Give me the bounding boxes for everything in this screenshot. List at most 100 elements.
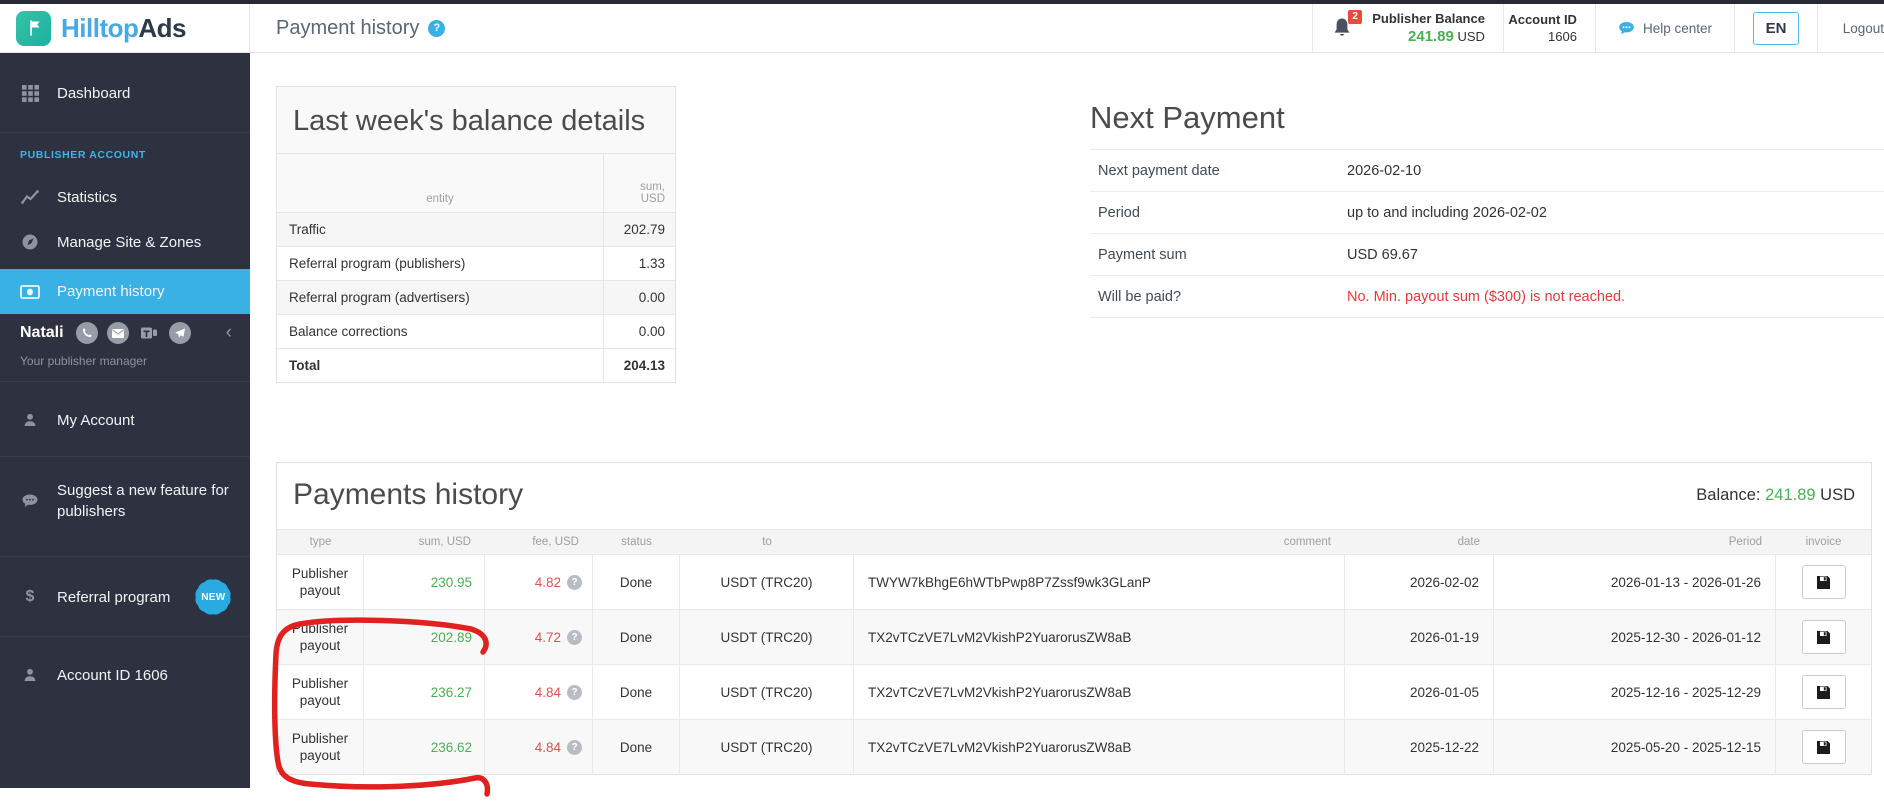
row-label: Period [1090, 205, 1347, 221]
balance-panel-title: Last week's balance details [277, 87, 675, 154]
status-cell: Done [593, 665, 680, 719]
date-cell: 2026-02-02 [1345, 555, 1494, 609]
type-cell: Publisher payout [277, 555, 364, 609]
table-row-total: Total 204.13 [277, 348, 675, 382]
fee-cell: 4.84 [485, 665, 593, 719]
fee-help-icon[interactable] [567, 685, 582, 700]
sidebar-item-dashboard[interactable]: Dashboard [0, 68, 250, 118]
to-cell: USDT (TRC20) [680, 665, 854, 719]
teams-icon[interactable] [138, 322, 160, 344]
dollar-icon [20, 588, 40, 606]
row-label: Payment sum [1090, 247, 1347, 263]
entity-cell: Balance corrections [277, 315, 603, 348]
sum-cell: 202.79 [603, 213, 675, 246]
table-row: Period up to and including 2026-02-02 [1090, 192, 1884, 234]
table-row: Will be paid? No. Min. payout sum ($300)… [1090, 276, 1884, 318]
help-center-link[interactable]: Help center [1595, 4, 1734, 52]
topbar-right: 2 Publisher Balance 241.89 USD Account I… [1312, 4, 1884, 52]
floppy-disk-icon [1815, 684, 1832, 701]
entity-cell: Traffic [277, 213, 603, 246]
account-id-value: 1606 [1548, 29, 1577, 44]
sidebar-item-statistics[interactable]: Statistics [0, 172, 250, 222]
balance-table-header: entity sum, USD [277, 154, 675, 212]
page-help-icon[interactable] [428, 20, 445, 37]
row-label: Next payment date [1090, 163, 1347, 179]
column-header-comment: comment [854, 536, 1345, 548]
payments-table-header: type sum, USD fee, USD status to comment… [277, 529, 1871, 554]
period-cell: 2025-12-30 - 2026-01-12 [1494, 610, 1776, 664]
sidebar-item-my-account[interactable]: My Account [0, 395, 250, 445]
email-icon[interactable] [107, 322, 129, 344]
column-header-to: to [680, 536, 854, 548]
fee-help-icon[interactable] [567, 630, 582, 645]
power-icon [1835, 20, 1836, 36]
sidebar-item-label: My Account [57, 412, 135, 429]
help-chat-icon [1618, 20, 1635, 37]
sidebar-item-label: Referral program [57, 589, 170, 606]
invoice-cell [1776, 610, 1871, 664]
sum-cell: 236.62 [364, 720, 485, 774]
wallet-address-cell: TX2vTCzVE7LvM2VkishP2YuarorusZW8aB [854, 610, 1345, 664]
total-value: 204.13 [603, 349, 675, 382]
logo-flag-icon [16, 11, 51, 46]
sum-cell: 202.89 [364, 610, 485, 664]
sidebar-item-suggest-feature[interactable]: Suggest a new feature for publishers [0, 463, 250, 539]
fee-help-icon[interactable] [567, 740, 582, 755]
column-header-sum: sum, USD [603, 154, 675, 212]
notifications-bell[interactable]: 2 [1329, 15, 1355, 41]
invoice-cell [1776, 665, 1871, 719]
sidebar-divider [0, 132, 250, 133]
total-label: Total [277, 349, 603, 382]
table-row: Payment sum USD 69.67 [1090, 234, 1884, 276]
row-value: up to and including 2026-02-02 [1347, 205, 1884, 221]
to-cell: USDT (TRC20) [680, 610, 854, 664]
date-cell: 2026-01-19 [1345, 610, 1494, 664]
collapse-chevron-icon[interactable] [226, 322, 236, 344]
sidebar-item-label: Statistics [57, 189, 117, 206]
next-payment-table: Next payment date 2026-02-10 Period up t… [1090, 149, 1884, 318]
invoice-cell [1776, 555, 1871, 609]
telegram-icon[interactable] [169, 322, 191, 344]
row-value: 2026-02-10 [1347, 163, 1884, 179]
period-cell: 2025-12-16 - 2025-12-29 [1494, 665, 1776, 719]
column-header-date: date [1345, 536, 1494, 548]
column-header-period: Period [1494, 536, 1776, 548]
publisher-manager-card: Natali Your publisher manager [0, 310, 250, 368]
row-value: USD 69.67 [1347, 247, 1884, 263]
download-invoice-button[interactable] [1802, 675, 1846, 709]
payment-row: Publisher payout 202.89 4.72 Done USDT (… [277, 609, 1871, 664]
logout-button[interactable]: Logout [1817, 4, 1884, 52]
sidebar-item-referral-program[interactable]: Referral program NEW [0, 572, 250, 622]
column-header-sum: sum, USD [364, 536, 485, 548]
sidebar-section-label: PUBLISHER ACCOUNT [20, 149, 146, 161]
publisher-balance: Publisher Balance 241.89 USD [1371, 11, 1485, 45]
sidebar-item-account-id[interactable]: Account ID 1606 [0, 650, 250, 700]
download-invoice-button[interactable] [1802, 730, 1846, 764]
account-id-label: Account ID [1508, 12, 1577, 27]
type-cell: Publisher payout [277, 610, 364, 664]
topbar: HilltopAds Payment history 2 Publisher B… [0, 4, 1884, 53]
person-icon [20, 667, 40, 683]
sidebar-divider [0, 556, 250, 557]
table-row: Traffic 202.79 [277, 212, 675, 246]
date-cell: 2025-12-22 [1345, 720, 1494, 774]
type-cell: Publisher payout [277, 665, 364, 719]
download-invoice-button[interactable] [1802, 565, 1846, 599]
chat-bubble-icon [20, 492, 40, 510]
logo-text: HilltopAds [61, 13, 186, 44]
logo[interactable]: HilltopAds [0, 4, 250, 52]
invoice-cell [1776, 720, 1871, 774]
sidebar-item-payment-history[interactable]: Payment history [0, 269, 250, 314]
column-header-status: status [593, 536, 680, 548]
table-row: Balance corrections 0.00 [277, 314, 675, 348]
banknote-icon [20, 285, 40, 299]
to-cell: USDT (TRC20) [680, 555, 854, 609]
fee-help-icon[interactable] [567, 575, 582, 590]
sidebar-item-manage-sites[interactable]: Manage Site & Zones [0, 217, 250, 267]
fee-cell: 4.72 [485, 610, 593, 664]
language-button[interactable]: EN [1753, 12, 1799, 45]
page-title: Payment history [276, 17, 419, 40]
column-header-fee: fee, USD [485, 536, 593, 548]
download-invoice-button[interactable] [1802, 620, 1846, 654]
whatsapp-icon[interactable] [76, 322, 98, 344]
